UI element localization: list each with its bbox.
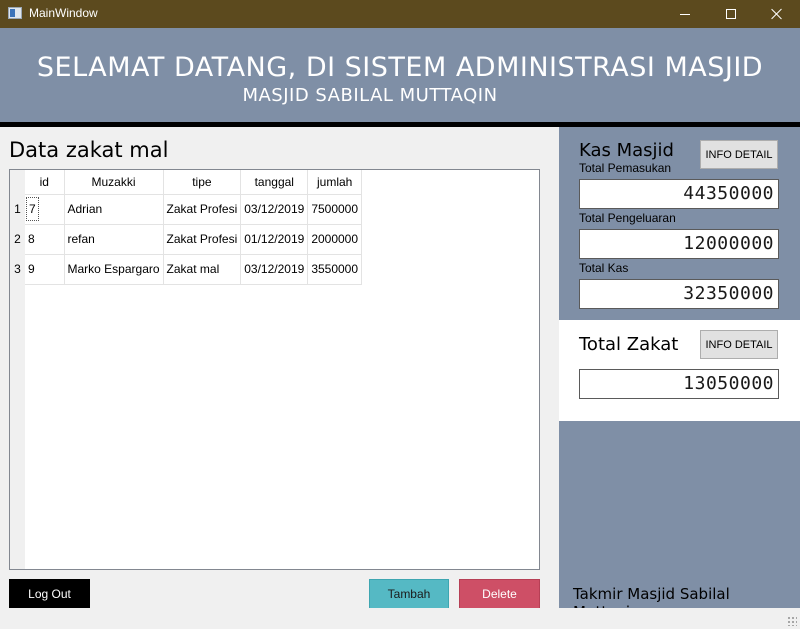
column-header-muzakki[interactable]: Muzakki	[64, 170, 164, 195]
cell-tanggal[interactable]: 01/12/2019	[240, 224, 309, 255]
table-row[interactable]: 3 9 Marko Espargaro Zakat mal 03/12/2019…	[10, 254, 363, 285]
cell-tipe[interactable]: Zakat Profesi	[163, 194, 242, 225]
row-number[interactable]: 3	[10, 254, 25, 284]
status-bar	[0, 608, 800, 629]
row-number[interactable]: 1	[10, 194, 25, 224]
cell-muzakki[interactable]: Adrian	[64, 194, 164, 225]
kas-info-detail-button[interactable]: INFO DETAIL	[700, 140, 778, 169]
maximize-icon	[726, 9, 736, 19]
column-header-tanggal[interactable]: tanggal	[240, 170, 309, 195]
total-kas-field[interactable]: 32350000	[579, 279, 779, 309]
resize-grip-icon[interactable]	[787, 616, 797, 626]
close-icon	[771, 8, 783, 20]
app-window-icon	[8, 7, 22, 19]
cell-jumlah[interactable]: 3550000	[307, 254, 363, 285]
row-number[interactable]: 2	[10, 224, 25, 254]
minimize-button[interactable]	[662, 0, 708, 28]
pemasukan-label: Total Pemasukan	[579, 161, 672, 175]
column-header-jumlah[interactable]: jumlah	[307, 170, 363, 195]
cell-tipe[interactable]: Zakat Profesi	[163, 224, 242, 255]
cell-tanggal[interactable]: 03/12/2019	[240, 254, 309, 285]
pengeluaran-label: Total Pengeluaran	[579, 211, 676, 225]
column-header-tipe[interactable]: tipe	[163, 170, 242, 195]
cell-id[interactable]: 8	[25, 224, 65, 255]
section-title: Data zakat mal	[9, 138, 169, 162]
header-banner: SELAMAT DATANG, DI SISTEM ADMINISTRASI M…	[0, 28, 800, 122]
zakat-table[interactable]: id Muzakki tipe tanggal jumlah 1 7 Adria…	[9, 169, 540, 570]
total-zakat-field[interactable]: 13050000	[579, 369, 779, 399]
cell-id[interactable]: 7	[25, 194, 65, 225]
zakat-info-detail-button[interactable]: INFO DETAIL	[700, 330, 778, 359]
zakat-title: Total Zakat	[579, 334, 679, 355]
column-header-id[interactable]: id	[25, 170, 65, 195]
table-row[interactable]: 2 8 refan Zakat Profesi 01/12/2019 20000…	[10, 224, 363, 255]
cell-tanggal[interactable]: 03/12/2019	[240, 194, 309, 225]
cell-jumlah[interactable]: 7500000	[307, 194, 363, 225]
maximize-button[interactable]	[708, 0, 754, 28]
banner-subtitle: MASJID SABILAL MUTTAQIN	[242, 85, 498, 106]
pengeluaran-field[interactable]: 12000000	[579, 229, 779, 259]
minimize-icon	[680, 13, 690, 15]
add-button[interactable]: Tambah	[369, 579, 449, 609]
delete-button[interactable]: Delete	[459, 579, 540, 609]
logout-button[interactable]: Log Out	[9, 579, 90, 609]
table-corner[interactable]	[10, 170, 25, 194]
kas-title: Kas Masjid	[579, 140, 674, 161]
cell-tipe[interactable]: Zakat mal	[163, 254, 242, 285]
cell-muzakki[interactable]: Marko Espargaro	[64, 254, 164, 285]
banner-title: SELAMAT DATANG, DI SISTEM ADMINISTRASI M…	[36, 52, 764, 83]
cell-muzakki[interactable]: refan	[64, 224, 164, 255]
cell-id-value: 7	[26, 197, 39, 221]
window-titlebar: MainWindow	[0, 0, 800, 28]
pemasukan-field[interactable]: 44350000	[579, 179, 779, 209]
total-kas-label: Total Kas	[579, 261, 629, 275]
table-row[interactable]: 1 7 Adrian Zakat Profesi 03/12/2019 7500…	[10, 194, 363, 225]
window-title: MainWindow	[29, 6, 98, 20]
cell-id[interactable]: 9	[25, 254, 65, 285]
close-button[interactable]	[754, 0, 800, 28]
footer-panel	[559, 421, 800, 608]
cell-jumlah[interactable]: 2000000	[307, 224, 363, 255]
zakat-grid: id Muzakki tipe tanggal jumlah 1 7 Adria…	[10, 170, 363, 285]
